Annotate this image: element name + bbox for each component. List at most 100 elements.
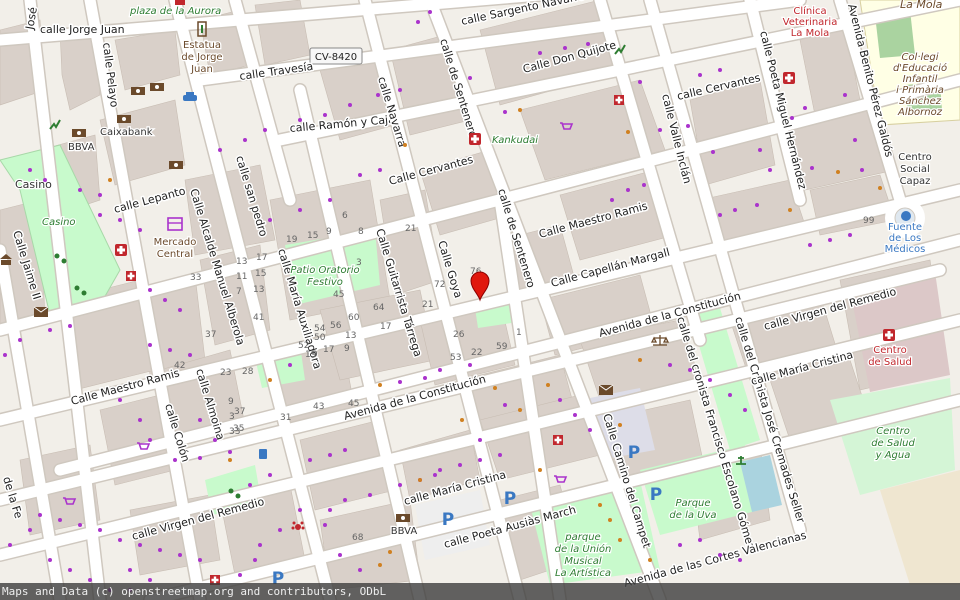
house-number: 64 bbox=[373, 303, 385, 313]
shop-dot bbox=[848, 233, 852, 237]
shop-dot bbox=[546, 383, 550, 387]
hospital-icon[interactable] bbox=[175, 0, 185, 5]
shop-dot bbox=[338, 553, 342, 557]
house-number: 7 bbox=[236, 287, 242, 297]
shop-dot bbox=[323, 113, 327, 117]
parking-icon[interactable]: P bbox=[442, 510, 454, 530]
bank-icon[interactable] bbox=[150, 83, 164, 91]
shop-dot bbox=[688, 368, 692, 372]
shop-dot bbox=[768, 168, 772, 172]
bank-icon[interactable] bbox=[131, 87, 145, 95]
shop-dot bbox=[28, 168, 32, 172]
shop-dot bbox=[808, 243, 812, 247]
bank-icon[interactable] bbox=[72, 129, 86, 137]
shop-dot bbox=[618, 538, 622, 542]
poi-kankudai: Kankudai bbox=[492, 135, 538, 146]
shop-dot bbox=[258, 543, 262, 547]
marker-icon[interactable] bbox=[470, 271, 490, 302]
parking-icon[interactable]: P bbox=[504, 489, 516, 509]
shop-dot bbox=[718, 213, 722, 217]
shop-dot bbox=[138, 418, 142, 422]
house-number: 37 bbox=[234, 407, 245, 417]
svg-text:P: P bbox=[628, 443, 640, 463]
shop-dot bbox=[3, 353, 7, 357]
house-number: 60 bbox=[348, 313, 360, 323]
poi-centro-salud-2: de Salud bbox=[868, 357, 912, 368]
shop-dot bbox=[626, 130, 630, 134]
shop-dot bbox=[48, 328, 52, 332]
shop-dot bbox=[58, 518, 62, 522]
shop-dot bbox=[98, 193, 102, 197]
poi-fuente-2: de Los bbox=[889, 233, 921, 244]
poi-casino-park: Casino bbox=[42, 217, 76, 228]
shop-dot bbox=[28, 528, 32, 532]
house-number: 28 bbox=[242, 367, 254, 377]
poi-fuente-1: Fuente bbox=[888, 222, 922, 233]
shop-dot bbox=[278, 528, 282, 532]
post-office-icon[interactable] bbox=[33, 306, 49, 317]
shopping-icon[interactable] bbox=[554, 475, 568, 483]
post-office-icon[interactable] bbox=[598, 384, 614, 395]
house-number: 6 bbox=[342, 211, 348, 221]
parking-icon[interactable]: P bbox=[628, 443, 640, 463]
shop-dot bbox=[755, 203, 759, 207]
hospital-icon[interactable] bbox=[553, 435, 563, 445]
shop-dot bbox=[860, 168, 864, 172]
map-canvas[interactable]: CV-8420 José calle Jorge Juan calle Pela… bbox=[0, 0, 960, 600]
house-number: 31 bbox=[280, 413, 291, 423]
shop-dot bbox=[213, 438, 217, 442]
house-number: 17 bbox=[380, 322, 391, 332]
house-number: 23 bbox=[220, 368, 231, 378]
shop-dot bbox=[376, 93, 380, 97]
house-number: 33 bbox=[190, 273, 201, 283]
shop-dot bbox=[493, 386, 497, 390]
poi-mercado-1: Mercado bbox=[154, 237, 197, 248]
shop-dot bbox=[718, 68, 722, 72]
shop-dot bbox=[478, 458, 482, 462]
shop-dot bbox=[158, 548, 162, 552]
shop-dot bbox=[253, 558, 257, 562]
hospital-icon[interactable] bbox=[783, 72, 795, 84]
shop-dot bbox=[458, 463, 462, 467]
hospital-icon[interactable] bbox=[126, 271, 136, 281]
shop-dot bbox=[48, 558, 52, 562]
shop-dot bbox=[378, 168, 382, 172]
hospital-icon[interactable] bbox=[614, 95, 624, 105]
parking-icon[interactable]: P bbox=[650, 485, 662, 505]
poi-union-2: de la Unión bbox=[555, 543, 612, 555]
house-number: 15 bbox=[255, 269, 266, 279]
shop-dot bbox=[298, 118, 302, 122]
hospital-icon[interactable] bbox=[883, 329, 895, 341]
shop-dot bbox=[348, 103, 352, 107]
shop-dot bbox=[788, 208, 792, 212]
bank-icon[interactable] bbox=[396, 514, 410, 522]
poi-centro-salud-1: Centro bbox=[873, 345, 906, 356]
shop-dot bbox=[843, 93, 847, 97]
shop-dot bbox=[678, 543, 682, 547]
shop-dot bbox=[188, 353, 192, 357]
shop-dot bbox=[268, 218, 272, 222]
house-number: 21 bbox=[405, 224, 416, 234]
poi-salud-agua-1: Centro bbox=[876, 426, 910, 437]
hospital-icon[interactable] bbox=[469, 133, 481, 145]
map-view[interactable]: CV-8420 José calle Jorge Juan calle Pela… bbox=[0, 0, 960, 600]
house-number: 17 bbox=[323, 345, 334, 355]
shop-dot bbox=[518, 408, 522, 412]
shop-dot bbox=[378, 383, 382, 387]
shopping-icon[interactable] bbox=[167, 217, 183, 231]
shop-dot bbox=[728, 393, 732, 397]
shop-dot bbox=[78, 523, 82, 527]
house-number: 21 bbox=[422, 300, 433, 310]
bank-icon[interactable] bbox=[169, 161, 183, 169]
house-number: 43 bbox=[313, 402, 324, 412]
shop-dot bbox=[836, 170, 840, 174]
house-number: 8 bbox=[358, 227, 364, 237]
bus-stop-icon[interactable] bbox=[259, 449, 267, 459]
shop-dot bbox=[758, 148, 762, 152]
shop-dot bbox=[503, 110, 507, 114]
house-number: 15 bbox=[307, 231, 318, 241]
shop-dot bbox=[686, 124, 690, 128]
fountain-icon[interactable] bbox=[901, 211, 911, 221]
bank-icon[interactable] bbox=[117, 115, 131, 123]
hospital-icon[interactable] bbox=[115, 244, 127, 256]
